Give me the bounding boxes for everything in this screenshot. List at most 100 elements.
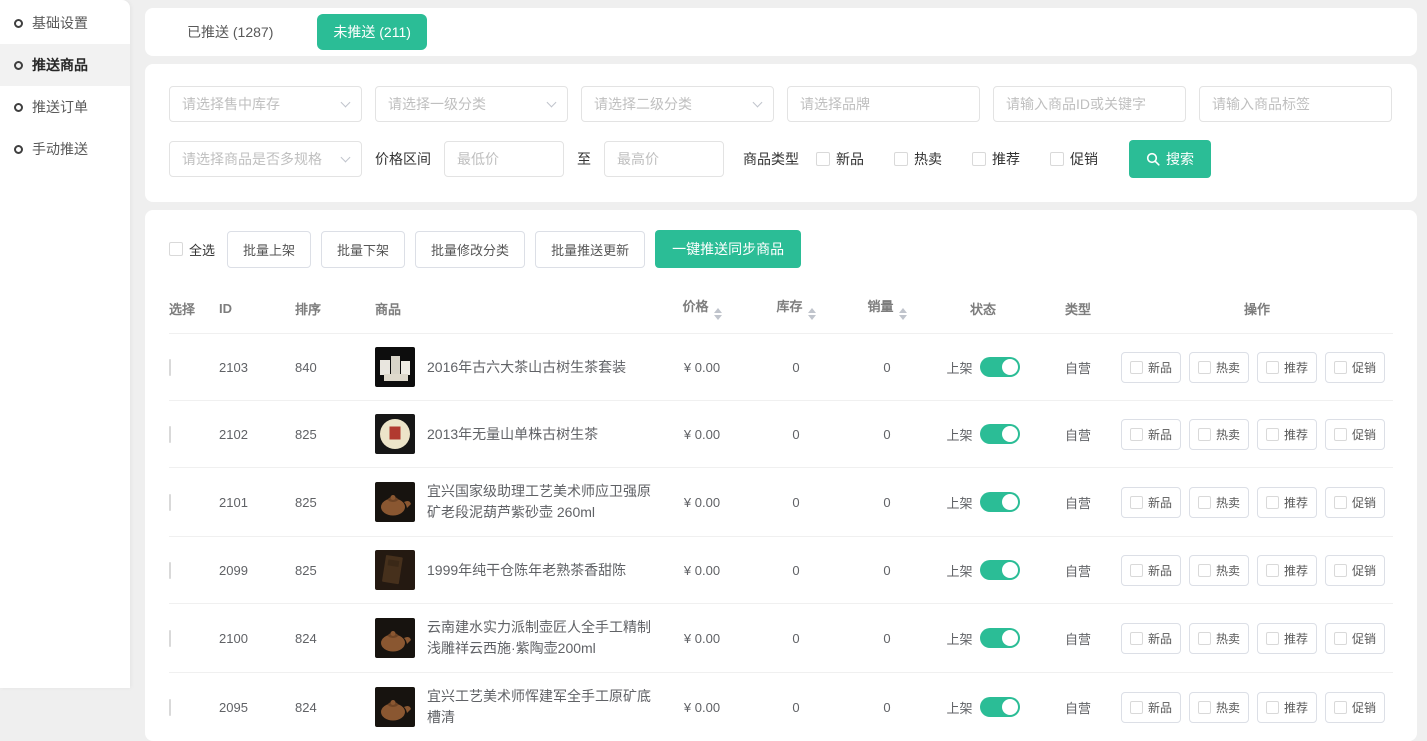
toggle-knob xyxy=(1002,494,1018,510)
type-checkbox-label: 推荐 xyxy=(992,149,1020,169)
filter-stock-select[interactable]: 请选择售中库存 xyxy=(169,86,362,122)
status-toggle[interactable] xyxy=(980,560,1020,580)
op-checkbox-label: 促销 xyxy=(1352,699,1376,716)
op-checkbox-2[interactable]: 推荐 xyxy=(1257,487,1317,518)
select-all-checkbox[interactable]: 全选 xyxy=(169,240,215,259)
col-header-price[interactable]: 价格 xyxy=(655,280,749,334)
toggle-knob xyxy=(1002,426,1018,442)
circle-icon xyxy=(14,103,23,112)
product-sort-cell: 825 xyxy=(295,401,375,468)
op-checkbox-0[interactable]: 新品 xyxy=(1121,487,1181,518)
product-image-tea-set xyxy=(375,347,415,387)
type-checkbox-3[interactable]: 促销 xyxy=(1050,149,1098,169)
row-checkbox[interactable] xyxy=(169,699,171,716)
sidebar-item-push-orders[interactable]: 推送订单 xyxy=(0,86,130,128)
status-label: 上架 xyxy=(946,425,972,444)
checkbox-icon xyxy=(972,152,986,166)
type-checkbox-2[interactable]: 推荐 xyxy=(972,149,1020,169)
op-checkbox-1[interactable]: 热卖 xyxy=(1189,419,1249,450)
status-label: 上架 xyxy=(946,561,972,580)
select-placeholder: 请选择二级分类 xyxy=(594,94,692,114)
filter-select-multispec[interactable]: 请选择商品是否多规格 xyxy=(169,141,362,177)
product-image-tea-cake xyxy=(375,414,415,454)
product-image-tea-brick xyxy=(375,550,415,590)
batch-button-0[interactable]: 批量上架 xyxy=(227,231,311,268)
op-checkbox-2[interactable]: 推荐 xyxy=(1257,419,1317,450)
sales-cell: 0 xyxy=(843,468,931,537)
filter-category2-select[interactable]: 请选择二级分类 xyxy=(581,86,774,122)
op-checkbox-0[interactable]: 新品 xyxy=(1121,352,1181,383)
status-toggle[interactable] xyxy=(980,424,1020,444)
batch-button-1[interactable]: 批量下架 xyxy=(321,231,405,268)
sidebar-item-label: 手动推送 xyxy=(32,139,88,159)
op-checkbox-0[interactable]: 新品 xyxy=(1121,623,1181,654)
type-checkbox-1[interactable]: 热卖 xyxy=(894,149,942,169)
col-header-label: 排序 xyxy=(295,302,321,317)
row-checkbox[interactable] xyxy=(169,494,171,511)
search-button[interactable]: 搜索 xyxy=(1129,140,1211,178)
batch-button-2[interactable]: 批量修改分类 xyxy=(415,231,525,268)
type-checkbox-label: 热卖 xyxy=(914,149,942,169)
col-header-label: 库存 xyxy=(776,299,802,314)
op-checkbox-3[interactable]: 促销 xyxy=(1325,352,1385,383)
status-toggle[interactable] xyxy=(980,492,1020,512)
filter-category1-select[interactable]: 请选择一级分类 xyxy=(375,86,568,122)
checkbox-icon xyxy=(1266,496,1279,509)
op-checkbox-1[interactable]: 热卖 xyxy=(1189,555,1249,586)
row-checkbox[interactable] xyxy=(169,562,171,579)
sidebar-item-manual-push[interactable]: 手动推送 xyxy=(0,128,130,170)
op-checkbox-3[interactable]: 促销 xyxy=(1325,487,1385,518)
search-button-label: 搜索 xyxy=(1166,149,1194,169)
op-checkbox-3[interactable]: 促销 xyxy=(1325,692,1385,723)
op-checkbox-1[interactable]: 热卖 xyxy=(1189,623,1249,654)
max-price-input[interactable] xyxy=(604,141,724,177)
op-checkbox-2[interactable]: 推荐 xyxy=(1257,623,1317,654)
col-header-label: 选择 xyxy=(169,302,195,317)
type-checkbox-0[interactable]: 新品 xyxy=(816,149,864,169)
checkbox-icon xyxy=(1266,701,1279,714)
op-checkbox-label: 新品 xyxy=(1148,494,1172,511)
filter-tag-input[interactable] xyxy=(1199,86,1392,122)
op-checkbox-1[interactable]: 热卖 xyxy=(1189,352,1249,383)
op-checkbox-1[interactable]: 热卖 xyxy=(1189,692,1249,723)
op-checkbox-2[interactable]: 推荐 xyxy=(1257,692,1317,723)
product-id-cell: 2100 xyxy=(219,604,295,673)
sidebar-item-push-products[interactable]: 推送商品 xyxy=(0,44,130,86)
product-name: 云南建水实力派制壶匠人全手工精制浅雕祥云西施·紫陶壶200ml xyxy=(427,617,655,659)
col-header-sales[interactable]: 销量 xyxy=(843,280,931,334)
op-checkbox-3[interactable]: 促销 xyxy=(1325,623,1385,654)
op-checkbox-0[interactable]: 新品 xyxy=(1121,555,1181,586)
checkbox-icon xyxy=(1198,632,1211,645)
row-checkbox[interactable] xyxy=(169,630,171,647)
product-name: 2013年无量山单株古树生茶 xyxy=(427,424,598,445)
status-toggle[interactable] xyxy=(980,357,1020,377)
tab-unpushed[interactable]: 未推送 (211) xyxy=(317,14,427,50)
op-checkbox-0[interactable]: 新品 xyxy=(1121,692,1181,723)
op-checkbox-3[interactable]: 促销 xyxy=(1325,419,1385,450)
status-toggle[interactable] xyxy=(980,628,1020,648)
batch-button-3[interactable]: 批量推送更新 xyxy=(535,231,645,268)
op-checkbox-1[interactable]: 热卖 xyxy=(1189,487,1249,518)
col-header-stock[interactable]: 库存 xyxy=(749,280,843,334)
filter-brand-input[interactable] xyxy=(787,86,980,122)
product-row: 2101825宜兴国家级助理工艺美术师应卫强原矿老段泥葫芦紫砂壶 260ml¥ … xyxy=(169,468,1393,537)
op-checkbox-label: 促销 xyxy=(1352,562,1376,579)
status-toggle[interactable] xyxy=(980,697,1020,717)
op-checkbox-2[interactable]: 推荐 xyxy=(1257,555,1317,586)
stock-cell: 0 xyxy=(749,537,843,604)
filter-panel: 请选择售中库存请选择一级分类请选择二级分类 请选择商品是否多规格 价格区间 至 … xyxy=(145,64,1417,202)
sidebar-item-basic-settings[interactable]: 基础设置 xyxy=(0,2,130,44)
op-checkbox-3[interactable]: 促销 xyxy=(1325,555,1385,586)
min-price-input[interactable] xyxy=(444,141,564,177)
op-checkbox-0[interactable]: 新品 xyxy=(1121,419,1181,450)
row-checkbox[interactable] xyxy=(169,359,171,376)
op-checkbox-2[interactable]: 推荐 xyxy=(1257,352,1317,383)
row-checkbox[interactable] xyxy=(169,426,171,443)
type-checkbox-label: 新品 xyxy=(836,149,864,169)
tab-pushed[interactable]: 已推送 (1287) xyxy=(171,14,289,50)
op-checkbox-label: 热卖 xyxy=(1216,494,1240,511)
sales-cell: 0 xyxy=(843,673,931,741)
filter-keyword-input[interactable] xyxy=(993,86,1186,122)
type-cell: 自营 xyxy=(1035,604,1121,673)
push-sync-all-button[interactable]: 一键推送同步商品 xyxy=(655,230,801,268)
